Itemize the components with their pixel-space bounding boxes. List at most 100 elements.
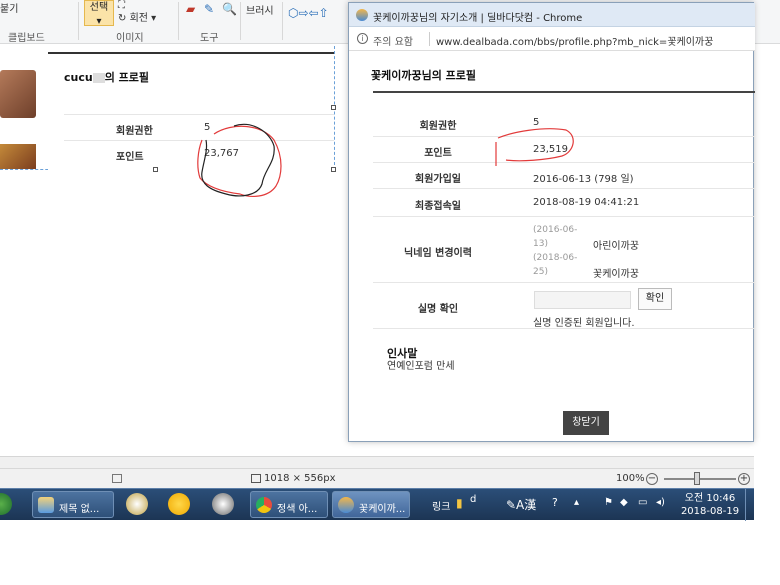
- image-dimensions: 1018 × 556px: [264, 473, 336, 484]
- profile-row-points: 포인트 23,519: [373, 137, 755, 163]
- profile-row-last-login: 최종접속일 2018-08-19 04:41:21: [373, 189, 755, 217]
- rotate-button[interactable]: ↻ 회전 ▾: [118, 9, 156, 24]
- last-login-value: 2018-08-19 04:41:21: [533, 197, 640, 208]
- paint-app-icon: [38, 497, 54, 513]
- clipboard-group-label: 클립보드: [8, 33, 45, 44]
- verify-button[interactable]: 확인: [638, 288, 672, 310]
- address-bar[interactable]: i 주의 요함 www.dealbada.com/bbs/profile.php…: [349, 27, 755, 51]
- select-button[interactable]: 선택 ▾: [84, 0, 114, 27]
- close-window-button[interactable]: 창닫기: [563, 411, 609, 435]
- magnifier-icon[interactable]: 🔍: [222, 2, 237, 16]
- site-favicon-icon: [356, 9, 368, 21]
- resize-handle[interactable]: [331, 167, 336, 172]
- popup-title-bar[interactable]: 꽃케이까꿍님의 자기소개 | 딜바다닷컴 - Chrome: [349, 3, 755, 27]
- taskbar-item-label: 제목 없...: [59, 504, 100, 515]
- chevron-down-icon: ▾: [96, 16, 102, 27]
- joined-value: 2016-06-13 (798 일): [533, 174, 634, 185]
- zoom-slider-thumb[interactable]: [694, 472, 700, 485]
- kakaotalk-icon[interactable]: [126, 493, 148, 515]
- avatar-thumbnail: [0, 70, 36, 118]
- link-toolbar-label[interactable]: 링크: [432, 498, 450, 513]
- toolbar-chevron-icon[interactable]: d: [470, 494, 476, 505]
- bg-level-label: 회원권한: [116, 126, 153, 137]
- clock-time: 오전 10:46: [684, 493, 736, 504]
- help-icon[interactable]: ?: [552, 496, 558, 509]
- background-profile-title: cucu 의 프로필: [64, 69, 149, 85]
- selection-size-icon: [112, 474, 122, 483]
- last-login-label: 최종접속일: [415, 201, 461, 212]
- nick-history-label: 닉네임 변경이력: [404, 248, 472, 259]
- image-thumbnail: [0, 144, 36, 169]
- folder-icon[interactable]: ▮: [456, 496, 463, 510]
- ribbon-separator: [240, 2, 241, 40]
- eraser-icon[interactable]: ▰: [186, 2, 195, 16]
- popup-window-title: 꽃케이까꿍님의 자기소개 | 딜바다닷컴 - Chrome: [373, 13, 583, 24]
- ribbon-separator: [78, 2, 79, 40]
- profile-row-nick-history: 닉네임 변경이력 (2016-06-13) 아린이까꿍 (2018-06-25)…: [373, 217, 755, 283]
- zoom-in-icon[interactable]: +: [738, 473, 750, 485]
- ribbon-separator: [178, 2, 179, 40]
- rotate-label: 회전: [129, 13, 148, 24]
- profile-row-verification: 실명 확인 확인 실명 인증된 회원입니다.: [373, 283, 755, 329]
- action-center-flag-icon[interactable]: ⚑: [604, 497, 613, 508]
- resize-handle[interactable]: [153, 167, 158, 172]
- address-divider: [429, 32, 430, 46]
- taskbar-item-profile-popup[interactable]: 꽃케이까...: [332, 491, 410, 518]
- taskbar-item-chrome[interactable]: 정색 아...: [250, 491, 328, 518]
- bg-title-prefix: cucu: [64, 71, 93, 84]
- ime-mode-icon[interactable]: ✎A漢: [506, 496, 536, 513]
- zoom-slider-track[interactable]: [664, 478, 736, 480]
- paste-button[interactable]: 붙기: [0, 0, 18, 15]
- tools-group-label: 도구: [200, 33, 219, 44]
- profile-divider: [373, 91, 755, 93]
- media-player-icon[interactable]: [168, 493, 190, 515]
- tray-expand-icon[interactable]: ▴: [574, 497, 579, 508]
- info-icon[interactable]: i: [357, 33, 368, 44]
- panda-app-icon[interactable]: [212, 493, 234, 515]
- profile-row-level: 회원권한 5: [373, 109, 755, 137]
- taskbar-item-label: 꽃케이까...: [359, 504, 406, 515]
- taskbar-item-label: 정색 아...: [277, 504, 318, 515]
- zoom-out-icon[interactable]: −: [646, 473, 658, 485]
- start-button-icon[interactable]: [0, 493, 12, 515]
- level-value: 5: [533, 117, 540, 128]
- system-clock[interactable]: 오전 10:46 2018-08-19: [678, 492, 742, 518]
- image-group-label: 이미지: [116, 33, 144, 44]
- points-value: 23,519: [533, 144, 568, 155]
- level-label: 회원권한: [419, 121, 457, 132]
- security-tray-icon[interactable]: ◆: [620, 497, 628, 508]
- paint-status-bar: 1018 × 556px 100% − +: [0, 468, 754, 488]
- screen: 붙기 선택 ▾ ⛶ ↻ 회전 ▾ ▰ ✎ 🔍 브러시 ⬡⇨⇦⇧ 클립보드 이미지…: [0, 0, 780, 585]
- nick-history-date: (2018-06-25): [533, 253, 578, 277]
- site-favicon-icon: [338, 497, 354, 513]
- image-size-icon: [251, 474, 261, 483]
- bg-level-value: 5: [204, 122, 211, 133]
- volume-icon[interactable]: ◂): [656, 497, 665, 508]
- url-text[interactable]: www.dealbada.com/bbs/profile.php?mb_nick…: [436, 33, 713, 48]
- zoom-level: 100%: [616, 473, 645, 484]
- profile-row-joined: 회원가입일 2016-06-13 (798 일): [373, 163, 755, 189]
- bg-points-value: 23,767: [204, 148, 239, 159]
- joined-label: 회원가입일: [415, 174, 461, 185]
- verification-label: 실명 확인: [417, 304, 459, 315]
- security-warning[interactable]: 주의 요함: [373, 33, 413, 48]
- select-label: 선택: [89, 2, 109, 13]
- horizontal-scrollbar[interactable]: [0, 456, 754, 468]
- clock-date: 2018-08-19: [680, 506, 740, 517]
- blurred-text: [92, 73, 105, 83]
- chrome-icon: [256, 497, 272, 513]
- show-desktop-button[interactable]: [745, 489, 754, 521]
- points-label: 포인트: [424, 148, 452, 159]
- resize-handle[interactable]: [331, 105, 336, 110]
- bg-row-level: 회원권한 5: [64, 114, 334, 140]
- bg-row-points: 포인트 23,767: [64, 140, 334, 166]
- profile-title: 꽃케이까꿍님의 프로필: [371, 69, 477, 82]
- bg-points-label: 포인트: [116, 152, 144, 163]
- shapes-gallery-icon[interactable]: ⬡⇨⇦⇧: [288, 6, 329, 20]
- taskbar-item-paint[interactable]: 제목 없...: [32, 491, 114, 518]
- network-icon[interactable]: ▭: [638, 497, 647, 508]
- ribbon-separator: [282, 2, 283, 40]
- brush-button[interactable]: 브러시: [246, 2, 274, 17]
- verification-input[interactable]: [534, 291, 631, 309]
- color-picker-icon[interactable]: ✎: [204, 2, 214, 16]
